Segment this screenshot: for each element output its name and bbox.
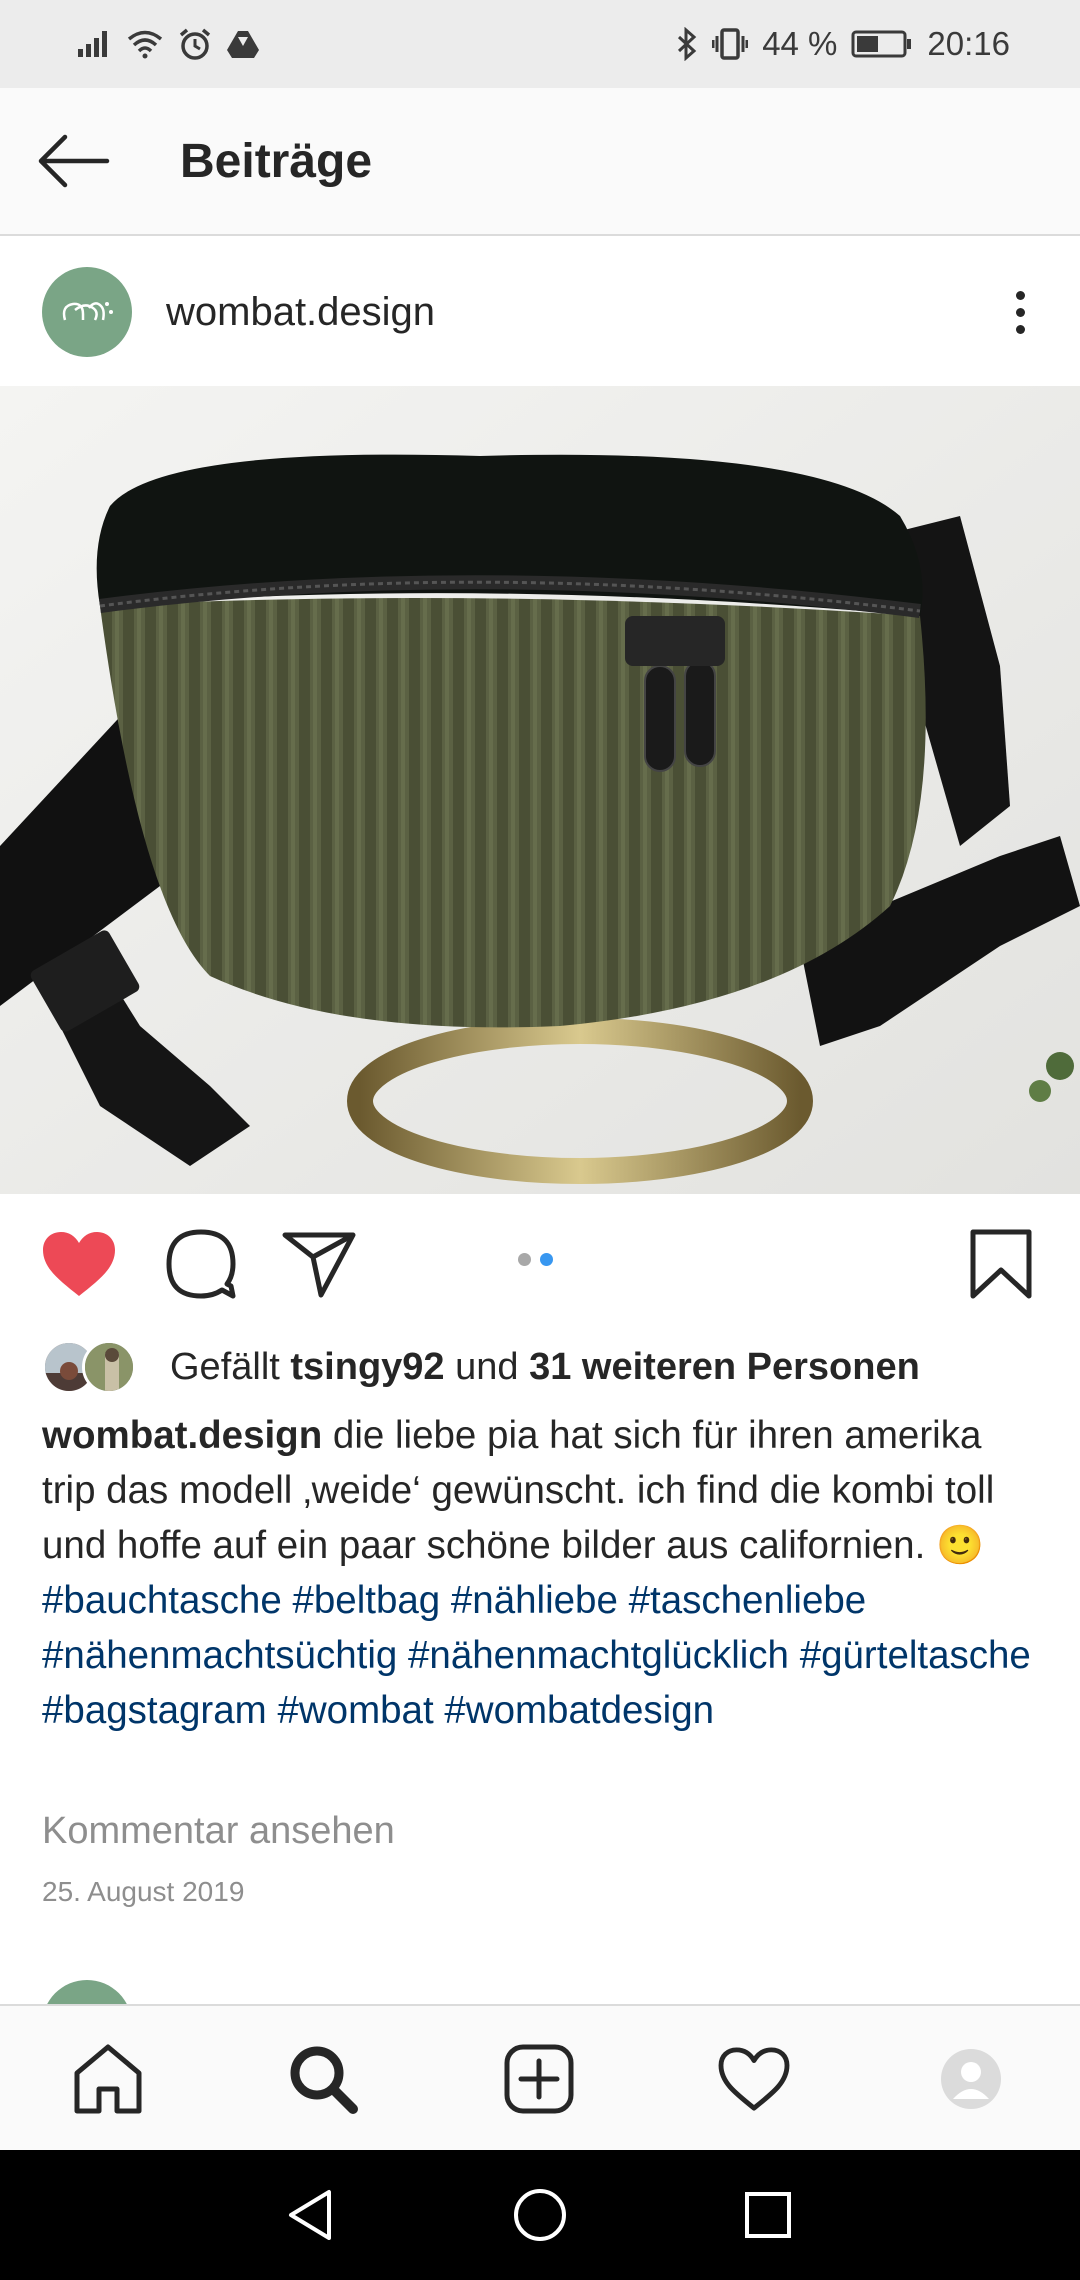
post-author-avatar[interactable]: [42, 267, 132, 357]
page-title: Beiträge: [180, 134, 373, 188]
drive-icon: [227, 31, 259, 58]
system-recents-button[interactable]: [708, 2150, 828, 2280]
likes-prefix: Gefällt: [170, 1345, 280, 1388]
hashtag[interactable]: #nähliebe: [451, 1579, 618, 1622]
share-button[interactable]: [274, 1224, 364, 1304]
more-options-dot: [1015, 307, 1025, 317]
activity-heart-icon: [718, 2047, 790, 2111]
hashtag[interactable]: #bagstagram: [42, 1689, 267, 1732]
likes-others-count[interactable]: 31 weiteren Personen: [529, 1346, 920, 1389]
hashtag[interactable]: #taschenliebe: [629, 1579, 867, 1622]
post-photo[interactable]: [0, 386, 1080, 1194]
recents-square-icon: [745, 2192, 791, 2238]
back-arrow-icon: [38, 134, 110, 188]
save-button[interactable]: [956, 1222, 1046, 1306]
liker-username[interactable]: tsingy92: [290, 1346, 444, 1389]
post-header: wombat.design: [0, 238, 1080, 386]
battery-icon: [851, 30, 912, 58]
signal-icon: [78, 31, 107, 57]
more-options-icon: [1015, 290, 1025, 300]
hashtag[interactable]: #wombat: [277, 1689, 433, 1732]
post-actions: [0, 1194, 1080, 1328]
new-post-icon: [504, 2044, 574, 2114]
post-author-username[interactable]: wombat.design: [166, 290, 435, 335]
status-bar: 44 % 20:16: [0, 0, 1080, 88]
more-options-button[interactable]: [990, 282, 1050, 342]
bottom-navigation: [0, 2004, 1080, 2150]
alarm-icon: [179, 28, 211, 60]
belt-bag-photo: [0, 386, 1080, 1194]
nav-new-post-button[interactable]: [479, 2006, 599, 2152]
carousel-indicator: [518, 1253, 553, 1266]
app-header: Beiträge: [0, 88, 1080, 236]
comment-button[interactable]: [156, 1224, 246, 1304]
system-navigation-bar: [0, 2150, 1080, 2280]
back-button[interactable]: [28, 116, 118, 206]
home-icon: [74, 2044, 142, 2114]
hashtag[interactable]: #nähenmachtglücklich: [408, 1634, 789, 1677]
battery-percent: 44 %: [762, 25, 838, 62]
post-caption: wombat.design die liebe pia hat sich für…: [42, 1408, 1042, 1738]
liker-avatars: [42, 1340, 142, 1394]
more-options-dot: [1015, 324, 1025, 334]
status-bar-right: 44 % 20:16: [676, 25, 1010, 63]
status-bar-left: [76, 27, 260, 61]
clock: 20:16: [927, 25, 1010, 62]
liker-avatar: [82, 1340, 136, 1394]
nav-home-button[interactable]: [48, 2006, 168, 2152]
hashtag[interactable]: #wombatdesign: [444, 1689, 714, 1732]
bookmark-icon: [970, 1229, 1032, 1299]
caption-author[interactable]: wombat.design: [42, 1414, 322, 1457]
back-triangle-icon: [289, 2190, 331, 2240]
home-circle-icon: [514, 2189, 566, 2241]
likes-line[interactable]: Gefällt tsingy92 und 31 weiteren Persone…: [42, 1332, 920, 1402]
system-back-button[interactable]: [250, 2150, 370, 2280]
nav-profile-button[interactable]: [911, 2006, 1031, 2152]
paper-plane-icon: [282, 1232, 356, 1298]
vibrate-icon: [712, 28, 749, 60]
hashtag[interactable]: #bauchtasche: [42, 1579, 282, 1622]
search-icon: [290, 2046, 358, 2114]
heart-filled-icon: [43, 1232, 115, 1296]
nav-activity-button[interactable]: [694, 2006, 814, 2152]
nav-search-button[interactable]: [263, 2006, 383, 2152]
bluetooth-icon: [678, 27, 697, 61]
hashtag[interactable]: #gürteltasche: [800, 1634, 1031, 1677]
wifi-icon: [127, 30, 163, 59]
carousel-dot-2-active: [540, 1253, 553, 1266]
like-button[interactable]: [34, 1224, 124, 1304]
view-comments-link[interactable]: Kommentar ansehen: [42, 1810, 395, 1853]
wombat-logo-icon: [62, 302, 113, 321]
hashtag[interactable]: #nähenmachtsüchtig: [42, 1634, 397, 1677]
post-date: 25. August 2019: [42, 1876, 245, 1907]
carousel-dot-1: [518, 1253, 531, 1266]
system-home-button[interactable]: [480, 2150, 600, 2280]
comment-bubble-icon: [166, 1229, 236, 1299]
profile-avatar-icon: [941, 2049, 1001, 2109]
hashtag[interactable]: #beltbag: [292, 1579, 440, 1622]
likes-connector: und: [455, 1345, 519, 1388]
